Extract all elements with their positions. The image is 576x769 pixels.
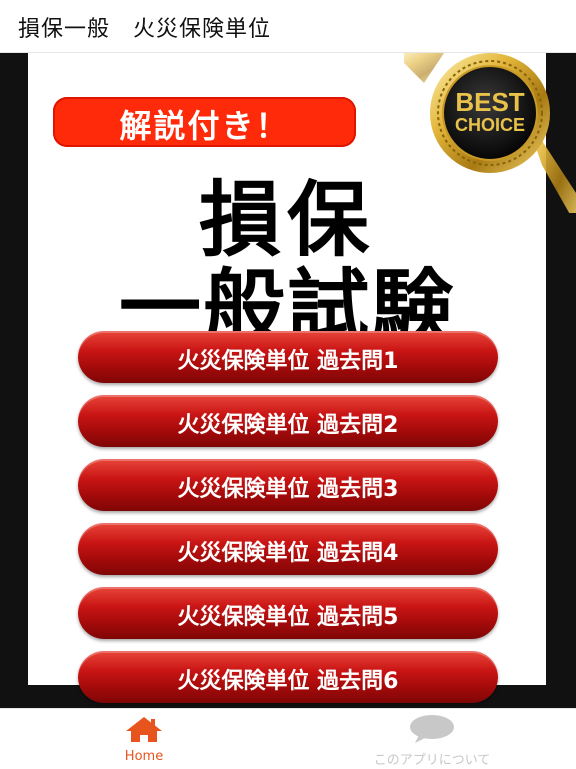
badge-text-choice: CHOICE [455,115,525,135]
main-content[interactable]: 解説付き！ 損保 一般試験 BEST CHOICE 火災保険単位 過去問1 火災… [0,53,576,708]
best-choice-badge: BEST CHOICE [404,53,576,213]
ribbon-text: 解説付き！ [119,107,290,145]
past-exam-button-label: 火災保険単位 過去問6 [177,669,399,694]
tab-about-label: このアプリについて [373,753,491,768]
past-exam-button-label: 火災保険単位 過去問5 [177,605,399,630]
past-exam-button-label: 火災保険単位 過去問3 [177,477,399,502]
tab-about-app[interactable]: このアプリについて [288,709,576,769]
app-title: 損保一般 火災保険単位 [18,17,272,42]
past-exam-button-2[interactable]: 火災保険単位 過去問2 [78,395,498,447]
speech-bubble-icon [410,715,454,743]
past-exam-button-1[interactable]: 火災保険単位 過去問1 [78,331,498,383]
past-exam-button-label: 火災保険単位 過去問2 [177,413,399,438]
badge-text-best: BEST [455,87,524,117]
tab-home-label: Home [124,749,164,764]
bottom-tab-bar: Home このアプリについて [0,708,576,769]
app-bar: 損保一般 火災保険単位 [0,0,576,53]
ribbon-label: 解説付き！ [53,97,356,147]
past-exam-button-6[interactable]: 火災保険単位 過去問6 [78,651,498,703]
past-exam-button-label: 火災保険単位 過去問1 [177,349,399,374]
past-exam-button-4[interactable]: 火災保険単位 過去問4 [78,523,498,575]
home-icon [126,717,162,742]
tab-home[interactable]: Home [0,709,288,769]
past-exam-button-5[interactable]: 火災保険単位 過去問5 [78,587,498,639]
past-exam-button-3[interactable]: 火災保険単位 過去問3 [78,459,498,511]
past-exam-button-label: 火災保険単位 過去問4 [177,541,399,566]
